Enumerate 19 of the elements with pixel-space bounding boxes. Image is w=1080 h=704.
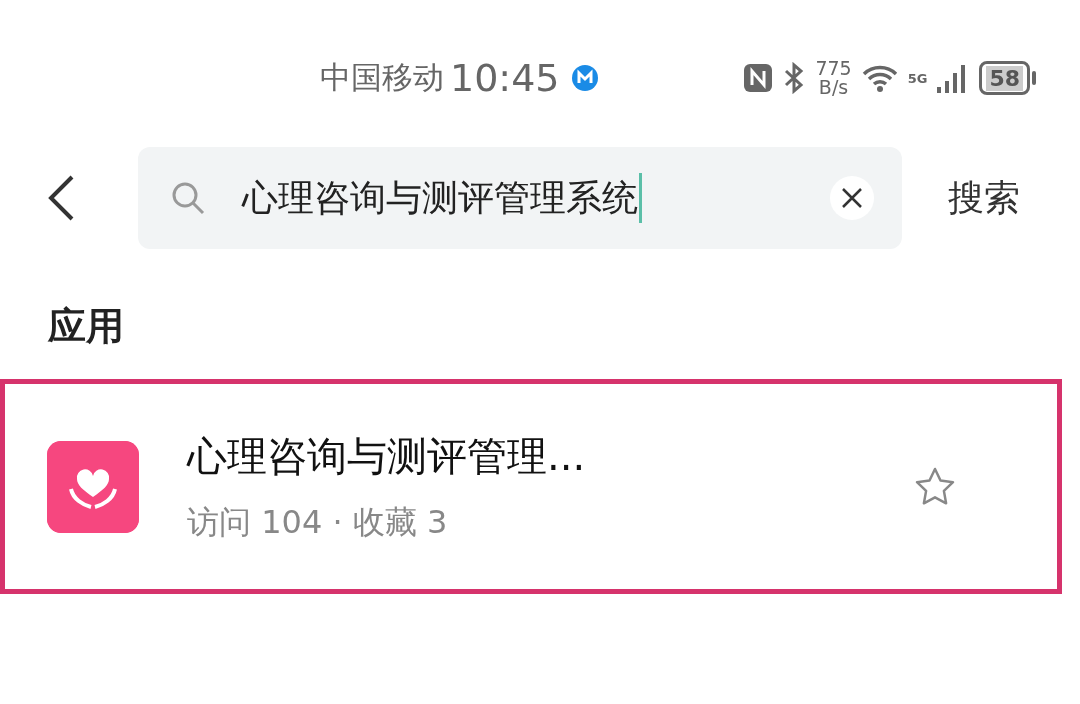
clock-time: 10:45 bbox=[450, 56, 560, 100]
bluetooth-icon bbox=[783, 62, 806, 94]
result-row[interactable]: 心理咨询与测评管理... 访问 104 · 收藏 3 bbox=[0, 379, 1062, 594]
nfc-icon bbox=[743, 63, 774, 93]
app-title: 心理咨询与测评管理... bbox=[187, 431, 587, 481]
app-stats: 访问 104 · 收藏 3 bbox=[187, 501, 449, 543]
section-title: 应用 bbox=[48, 303, 125, 350]
carrier-name: 中国移动 bbox=[320, 58, 444, 97]
wifi-icon bbox=[861, 64, 898, 92]
clear-button[interactable] bbox=[830, 176, 874, 220]
close-icon bbox=[841, 187, 863, 209]
search-button[interactable]: 搜索 bbox=[948, 173, 1020, 223]
app-notification-icon bbox=[571, 65, 598, 91]
search-icon bbox=[170, 180, 206, 216]
network-speed-value: 775 bbox=[815, 59, 852, 78]
network-speed-unit: B/s bbox=[818, 78, 849, 97]
search-field[interactable]: 心理咨询与测评管理系统 bbox=[138, 147, 902, 249]
network-type: 5G bbox=[907, 71, 928, 86]
app-icon bbox=[47, 440, 139, 533]
